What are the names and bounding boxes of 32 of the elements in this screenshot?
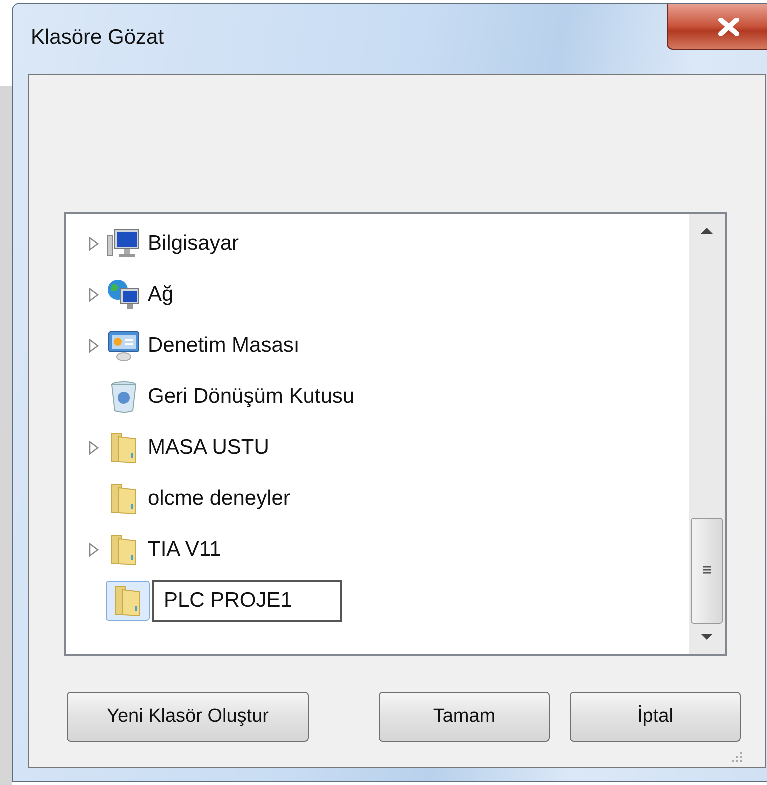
network-globe-icon xyxy=(107,278,141,310)
close-button[interactable] xyxy=(667,4,767,50)
tree-item[interactable]: Ağ xyxy=(148,282,174,306)
expand-arrow-icon[interactable] xyxy=(88,236,100,252)
computer-icon xyxy=(107,228,141,260)
folder-icon xyxy=(109,532,139,566)
tree-item[interactable]: MASA USTU xyxy=(148,436,270,460)
tree-item[interactable]: TIA V11 xyxy=(148,538,222,562)
tree-item[interactable]: Geri Dönüşüm Kutusu xyxy=(148,384,355,408)
dialog-button[interactable]: Yeni Klasör Oluştur xyxy=(67,692,309,742)
tree-item[interactable]: Denetim Masası xyxy=(148,334,300,358)
close-icon xyxy=(718,18,740,36)
expand-arrow-icon[interactable] xyxy=(88,286,100,302)
dialog-button[interactable]: İptal xyxy=(570,692,741,742)
control-panel-icon xyxy=(107,330,141,362)
folder-icon xyxy=(113,584,143,618)
tree-item[interactable]: Bilgisayar xyxy=(148,232,240,256)
window-title: Klasöre Gözat xyxy=(31,26,164,50)
resize-grip-icon xyxy=(729,749,743,763)
expand-arrow-icon[interactable] xyxy=(88,440,100,456)
expand-arrow-icon[interactable] xyxy=(88,338,100,354)
scroll-thumb[interactable] xyxy=(691,518,723,624)
expand-arrow-icon[interactable] xyxy=(88,542,100,558)
grip-icon xyxy=(702,565,712,577)
folder-icon xyxy=(109,430,139,464)
rename-field[interactable]: PLC PROJE1 xyxy=(152,580,342,622)
scroll-up-icon[interactable] xyxy=(700,226,714,236)
dialog-button[interactable]: Tamam xyxy=(379,692,550,742)
scroll-down-icon[interactable] xyxy=(700,632,714,642)
folder-icon xyxy=(109,482,139,516)
tree-item[interactable]: olcme deneyler xyxy=(148,486,290,510)
scrollbar[interactable] xyxy=(689,214,725,654)
